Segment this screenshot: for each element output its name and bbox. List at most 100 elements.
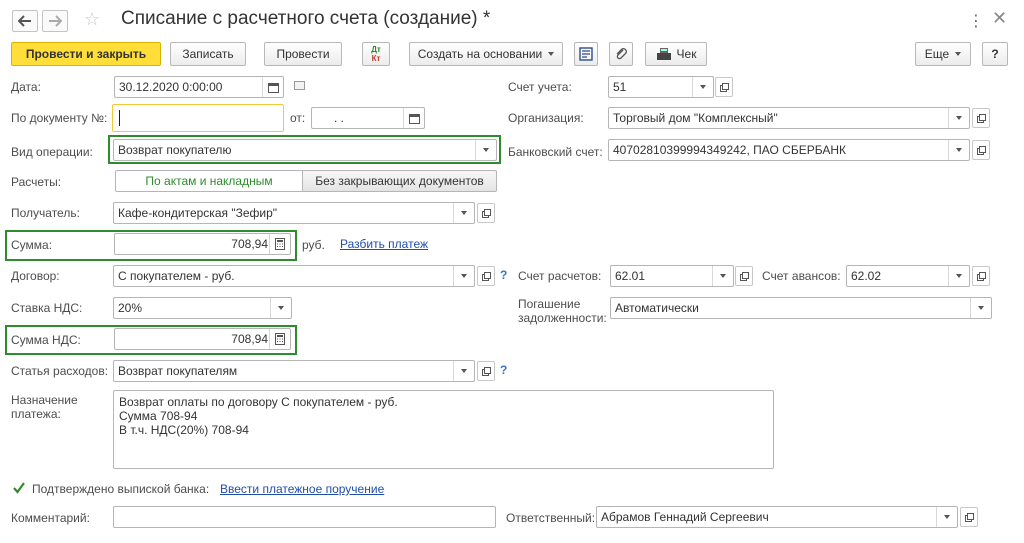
- open-contract-button[interactable]: [477, 266, 495, 286]
- open-advance-account-button[interactable]: [972, 266, 990, 286]
- post-button[interactable]: Провести: [264, 42, 342, 66]
- account-label: Счет учета:: [508, 80, 572, 94]
- calendar-button[interactable]: [403, 108, 424, 128]
- calculator-button[interactable]: [269, 329, 290, 349]
- check-button[interactable]: Чек: [645, 42, 707, 66]
- open-settle-account-button[interactable]: [735, 266, 753, 286]
- debt-label-line2: задолженности:: [518, 311, 607, 325]
- vat-rate-select[interactable]: 20%: [113, 297, 292, 319]
- date-field[interactable]: 30.12.2020 0:00:00: [114, 76, 284, 98]
- debt-select[interactable]: Автоматически: [610, 297, 992, 319]
- settle-account-select[interactable]: 62.01: [610, 265, 734, 287]
- account-value: 51: [613, 80, 627, 94]
- chevron-down-icon[interactable]: [453, 203, 474, 223]
- chevron-down-icon[interactable]: [948, 108, 969, 128]
- create-based-on-label: Создать на основании: [417, 47, 543, 61]
- debt-value: Автоматически: [615, 301, 699, 315]
- split-payment-link[interactable]: Разбить платеж: [340, 237, 428, 251]
- report-button[interactable]: [574, 42, 598, 66]
- operation-select[interactable]: Возврат покупателю: [113, 139, 497, 161]
- open-window-icon: [739, 271, 749, 281]
- contract-value: С покупателем - руб.: [118, 269, 235, 283]
- calculator-icon: [275, 333, 285, 345]
- sum-input[interactable]: 708,94: [114, 233, 291, 255]
- purpose-line-1: Возврат оплаты по договору С покупателем…: [119, 395, 398, 409]
- chevron-down-icon[interactable]: [948, 140, 969, 160]
- create-based-on-button[interactable]: Создать на основании: [409, 42, 563, 66]
- open-organization-button[interactable]: [972, 108, 990, 128]
- doc-number-input[interactable]: [112, 104, 284, 132]
- sum-label: Сумма:: [11, 238, 53, 252]
- close-icon[interactable]: ✕: [992, 8, 1007, 29]
- chevron-down-icon: [548, 52, 555, 56]
- open-expense-button[interactable]: [477, 361, 495, 381]
- open-window-icon: [481, 208, 491, 218]
- vat-sum-value: 708,94: [231, 332, 268, 346]
- advance-account-select[interactable]: 62.02: [846, 265, 970, 287]
- forward-button[interactable]: [42, 10, 68, 32]
- doc-date-label: от:: [290, 111, 306, 125]
- chevron-down-icon[interactable]: [453, 266, 474, 286]
- vat-rate-value: 20%: [118, 301, 143, 315]
- chevron-down-icon[interactable]: [475, 140, 496, 160]
- star-icon[interactable]: ☆: [84, 9, 100, 30]
- date-value: 30.12.2020 0:00:00: [119, 80, 223, 94]
- calendar-button[interactable]: [262, 77, 283, 97]
- bank-confirmed-checkbox[interactable]: [12, 481, 26, 495]
- settlements-option-no-docs[interactable]: Без закрывающих документов: [302, 170, 497, 192]
- bank-confirmed-label: Подтверждено выпиской банка:: [32, 482, 210, 496]
- vat-sum-input[interactable]: 708,94: [114, 328, 291, 350]
- purpose-textarea[interactable]: Возврат оплаты по договору С покупателем…: [113, 390, 774, 469]
- attach-button[interactable]: [609, 42, 633, 66]
- debt-label-line1: Погашение: [518, 297, 581, 311]
- expense-help-icon[interactable]: ?: [500, 363, 507, 377]
- bank-account-select[interactable]: 40702810399994349242, ПАО СБЕРБАНК: [608, 139, 970, 161]
- comment-label: Комментарий:: [11, 511, 90, 525]
- chevron-down-icon[interactable]: [936, 507, 957, 527]
- organization-label: Организация:: [508, 111, 584, 125]
- open-bank-account-button[interactable]: [972, 140, 990, 160]
- back-button[interactable]: [12, 10, 38, 32]
- open-responsible-button[interactable]: [960, 507, 978, 527]
- post-and-close-button[interactable]: Провести и закрыть: [11, 42, 161, 66]
- window-title: Списание с расчетного счета (создание) *: [121, 8, 491, 29]
- responsible-select[interactable]: Абрамов Геннадий Сергеевич: [596, 506, 958, 528]
- doc-date-field[interactable]: . .: [311, 107, 425, 129]
- account-select[interactable]: 51: [608, 76, 714, 98]
- doc-number-label: По документу №:: [11, 111, 108, 125]
- recipient-select[interactable]: Кафе-кондитерская "Зефир": [113, 202, 475, 224]
- chevron-down-icon[interactable]: [712, 266, 733, 286]
- chevron-down-icon[interactable]: [453, 361, 474, 381]
- more-menu-icon[interactable]: ⋮: [968, 11, 984, 31]
- chevron-down-icon[interactable]: [970, 298, 991, 318]
- calculator-button[interactable]: [269, 234, 290, 254]
- calculator-icon: [275, 238, 285, 250]
- expense-label: Статья расходов:: [11, 364, 109, 378]
- help-button[interactable]: ?: [982, 42, 1008, 66]
- expense-select[interactable]: Возврат покупателям: [113, 360, 475, 382]
- vat-sum-label: Сумма НДС:: [11, 333, 81, 347]
- date-info-icon[interactable]: [294, 81, 305, 90]
- open-account-button[interactable]: [715, 77, 733, 97]
- settlements-option-acts[interactable]: По актам и накладным: [115, 170, 303, 192]
- advance-account-value: 62.02: [851, 269, 882, 283]
- save-button[interactable]: Записать: [170, 42, 246, 66]
- open-recipient-button[interactable]: [477, 203, 495, 223]
- contract-help-icon[interactable]: ?: [500, 268, 507, 282]
- organization-select[interactable]: Торговый дом "Комплексный": [608, 107, 970, 129]
- recipient-label: Получатель:: [11, 206, 80, 220]
- advance-account-label: Счет авансов:: [762, 269, 841, 283]
- purpose-label-line2: платежа:: [11, 407, 61, 421]
- chevron-down-icon[interactable]: [692, 77, 713, 97]
- dtkt-button[interactable]: Дт Кт: [362, 42, 390, 66]
- purpose-label-line1: Назначение: [11, 393, 78, 407]
- open-window-icon: [719, 82, 729, 92]
- dtkt-icon-top: Дт: [371, 45, 381, 54]
- more-button[interactable]: Еще: [915, 42, 971, 66]
- chevron-down-icon[interactable]: [270, 298, 291, 318]
- comment-input[interactable]: [113, 506, 496, 528]
- purpose-line-2: Сумма 708-94: [119, 409, 198, 423]
- chevron-down-icon[interactable]: [948, 266, 969, 286]
- contract-select[interactable]: С покупателем - руб.: [113, 265, 475, 287]
- enter-payment-order-link[interactable]: Ввести платежное поручение: [220, 482, 384, 496]
